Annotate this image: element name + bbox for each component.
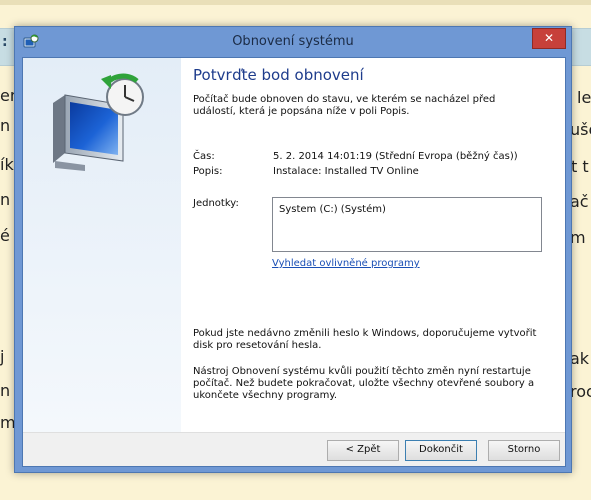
cancel-button[interactable]: Storno: [488, 440, 560, 461]
button-bar: < Zpět Dokončit Storno: [23, 432, 565, 466]
close-button[interactable]: ✕: [532, 28, 566, 49]
time-value: 5. 2. 2014 14:01:19 (Střední Evropa (běž…: [273, 151, 518, 162]
description-value: Instalace: Installed TV Online: [273, 166, 419, 177]
system-restore-window: Obnovení systému ✕ Potvrďte bod obnovení…: [14, 26, 572, 473]
page-bar-text: :: [2, 34, 8, 50]
affected-programs-link[interactable]: Vyhledat ovlivněné programy: [272, 258, 420, 269]
finish-button[interactable]: Dokončit: [405, 440, 477, 461]
side-panel: [23, 58, 181, 432]
page-text-fragment: t t: [571, 157, 589, 176]
confirm-content: Potvrďte bod obnovení Počítač bude obnov…: [193, 58, 553, 432]
page-text-fragment: ík: [0, 155, 14, 174]
time-label: Čas:: [193, 151, 215, 162]
page-text-fragment: roc: [570, 382, 591, 401]
monitor-restore-clock-icon: [45, 73, 153, 177]
dialog-client-area: Potvrďte bod obnovení Počítač bude obnov…: [22, 57, 566, 467]
page-text-fragment: j: [0, 347, 5, 366]
page-text-fragment: n: [0, 116, 11, 135]
close-icon: ✕: [543, 31, 555, 45]
back-button[interactable]: < Zpět: [327, 440, 399, 461]
restart-note: Nástroj Obnovení systému kvůli použití t…: [193, 366, 535, 401]
page-text-fragment: uše: [570, 120, 591, 139]
page-text-fragment: ak: [570, 349, 590, 368]
drives-label: Jednotky:: [193, 198, 239, 209]
page-title: Potvrďte bod obnovení: [193, 66, 364, 84]
description-label: Popis:: [193, 166, 223, 177]
page-text-fragment: n: [0, 381, 11, 400]
page-text-fragment: le: [577, 88, 591, 107]
title-bar[interactable]: Obnovení systému ✕: [15, 27, 571, 57]
password-note: Pokud jste nedávno změnili heslo k Windo…: [193, 328, 537, 351]
page-text-fragment: m: [570, 228, 586, 247]
drives-list[interactable]: System (C:) (Systém): [272, 197, 542, 252]
page-text-fragment: ač: [570, 192, 589, 211]
page-top-line: [0, 0, 591, 5]
window-title: Obnovení systému: [232, 34, 354, 49]
page-bottom-area: [0, 470, 591, 500]
drive-item[interactable]: System (C:) (Systém): [279, 204, 386, 215]
description-text: Počítač bude obnoven do stavu, ve kterém…: [193, 94, 496, 117]
